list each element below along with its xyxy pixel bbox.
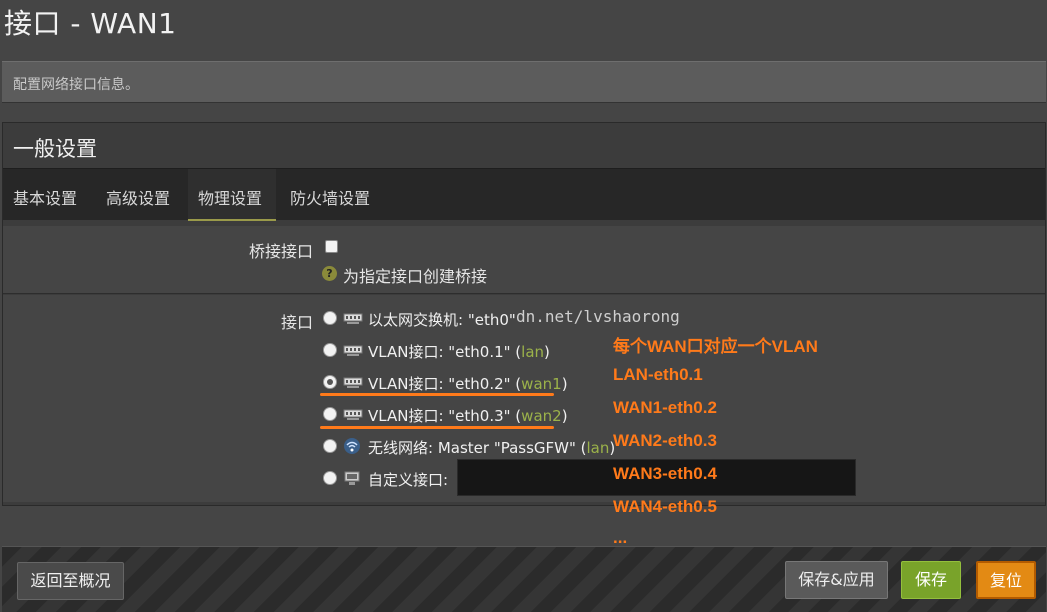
option-label: 无线网络: Master "PassGFW" ( (368, 439, 587, 457)
option-label: VLAN接口: "eth0.1" ( (368, 343, 522, 361)
radio-eth0-1[interactable] (323, 343, 337, 357)
highlight-underline (320, 426, 554, 429)
network-name: wan1 (521, 375, 562, 393)
custom-interface-icon (344, 471, 360, 485)
tab-physical-settings[interactable]: 物理设置 (188, 169, 276, 221)
option-label: 以太网交换机: "eth0" (368, 311, 516, 329)
watermark: dn.net/lvshaorong (516, 307, 680, 326)
network-name: lan (586, 439, 610, 457)
tab-firewall-settings[interactable]: 防火墙设置 (290, 169, 390, 221)
footer-bar: 返回至概况 保存&应用 保存 复位 (2, 546, 1046, 612)
bridge-label: 桥接接口 (248, 242, 313, 261)
option-close: ) (561, 407, 568, 425)
vlan-icon (343, 345, 363, 356)
network-name: wan2 (521, 407, 562, 425)
radio-eth0-2[interactable] (323, 375, 337, 389)
network-name: lan (521, 343, 545, 361)
option-close: ) (561, 375, 568, 393)
option-label: VLAN接口: "eth0.3" ( (368, 407, 522, 425)
tab-advanced-settings[interactable]: 高级设置 (106, 169, 186, 221)
annotation-text: WAN1-eth0.2 (613, 398, 717, 417)
back-to-overview-button[interactable]: 返回至概况 (17, 562, 124, 600)
radio-eth0-3[interactable] (323, 407, 337, 421)
vlan-icon (343, 377, 363, 388)
highlight-underline (320, 393, 554, 396)
help-icon: ? (322, 266, 337, 281)
annotation-text: ... (613, 528, 628, 547)
tab-bar: 基本设置 高级设置 物理设置 防火墙设置 (3, 168, 1045, 221)
annotation-text: LAN-eth0.1 (613, 365, 703, 384)
annotation-text: WAN2-eth0.3 (613, 431, 717, 450)
tab-basic-settings[interactable]: 基本设置 (13, 169, 93, 221)
option-label: 自定义接口: (368, 471, 449, 489)
annotation-text: 每个WAN口对应一个VLAN (613, 337, 818, 356)
page-title: 接口 - WAN1 (4, 7, 177, 40)
bridge-help-text: 为指定接口创建桥接 (343, 267, 488, 286)
option-close: ) (544, 343, 550, 361)
save-button[interactable]: 保存 (901, 561, 961, 599)
annotation-text: WAN3-eth0.4 (613, 464, 717, 483)
page-description: 配置网络接口信息。 (2, 61, 1046, 103)
bridge-row: 桥接接口 ? 为指定接口创建桥接 (3, 226, 1045, 294)
option-label: VLAN接口: "eth0.2" ( (368, 375, 522, 393)
radio-custom[interactable] (323, 471, 337, 485)
bridge-checkbox[interactable] (325, 240, 338, 253)
reset-button[interactable]: 复位 (976, 561, 1036, 599)
annotation-text: WAN4-eth0.5 (613, 497, 717, 516)
radio-eth0[interactable] (323, 311, 337, 325)
wireless-icon (344, 438, 360, 454)
save-apply-button[interactable]: 保存&应用 (785, 561, 888, 599)
interface-label: 接口 (280, 313, 313, 332)
vlan-icon (343, 409, 363, 420)
radio-wireless[interactable] (323, 439, 337, 453)
section-title: 一般设置 (13, 137, 97, 161)
ethernet-switch-icon (343, 313, 363, 324)
